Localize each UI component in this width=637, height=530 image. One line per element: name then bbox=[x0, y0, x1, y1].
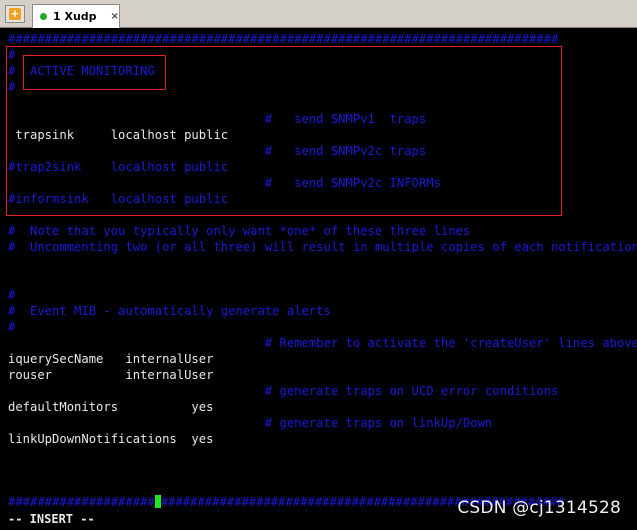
close-icon[interactable]: × bbox=[111, 11, 119, 22]
terminal-line: # generate traps on linkUp/Down bbox=[8, 416, 493, 430]
session-tab[interactable]: 1 Xudp × bbox=[32, 4, 120, 28]
terminal-line: defaultMonitors yes bbox=[8, 400, 214, 414]
new-tab-button[interactable]: + bbox=[5, 5, 25, 23]
terminal-line: linkUpDownNotifications yes bbox=[8, 432, 214, 446]
terminal-line: # bbox=[8, 288, 16, 302]
terminal-line: # Uncommenting two (or all three) will r… bbox=[8, 240, 637, 254]
terminal-line: rouser internalUser bbox=[8, 368, 214, 382]
highlight-box-trap-section bbox=[6, 46, 562, 216]
terminal-line: # Note that you typically only want *one… bbox=[8, 224, 471, 238]
tab-bar: + 1 Xudp × bbox=[0, 0, 637, 28]
terminal-line: # bbox=[8, 320, 16, 334]
terminal-line: # generate traps on UCD error conditions bbox=[8, 384, 559, 398]
plus-icon: + bbox=[9, 7, 21, 20]
watermark: CSDN @cj1314528 bbox=[457, 498, 621, 518]
tab-label: 1 Xudp bbox=[53, 10, 97, 23]
terminal-screen[interactable]: ########################################… bbox=[0, 28, 637, 530]
terminal-line: # Remember to activate the 'createUser' … bbox=[8, 336, 637, 350]
hash-run: #################### bbox=[8, 495, 155, 509]
terminal-line: ########################################… bbox=[8, 32, 559, 46]
connected-status-icon bbox=[40, 13, 47, 20]
terminal-line: iquerySecName internalUser bbox=[8, 352, 214, 366]
vim-mode-indicator: -- INSERT -- bbox=[8, 512, 95, 526]
terminal-line: # Event MIB - automatically generate ale… bbox=[8, 304, 331, 318]
